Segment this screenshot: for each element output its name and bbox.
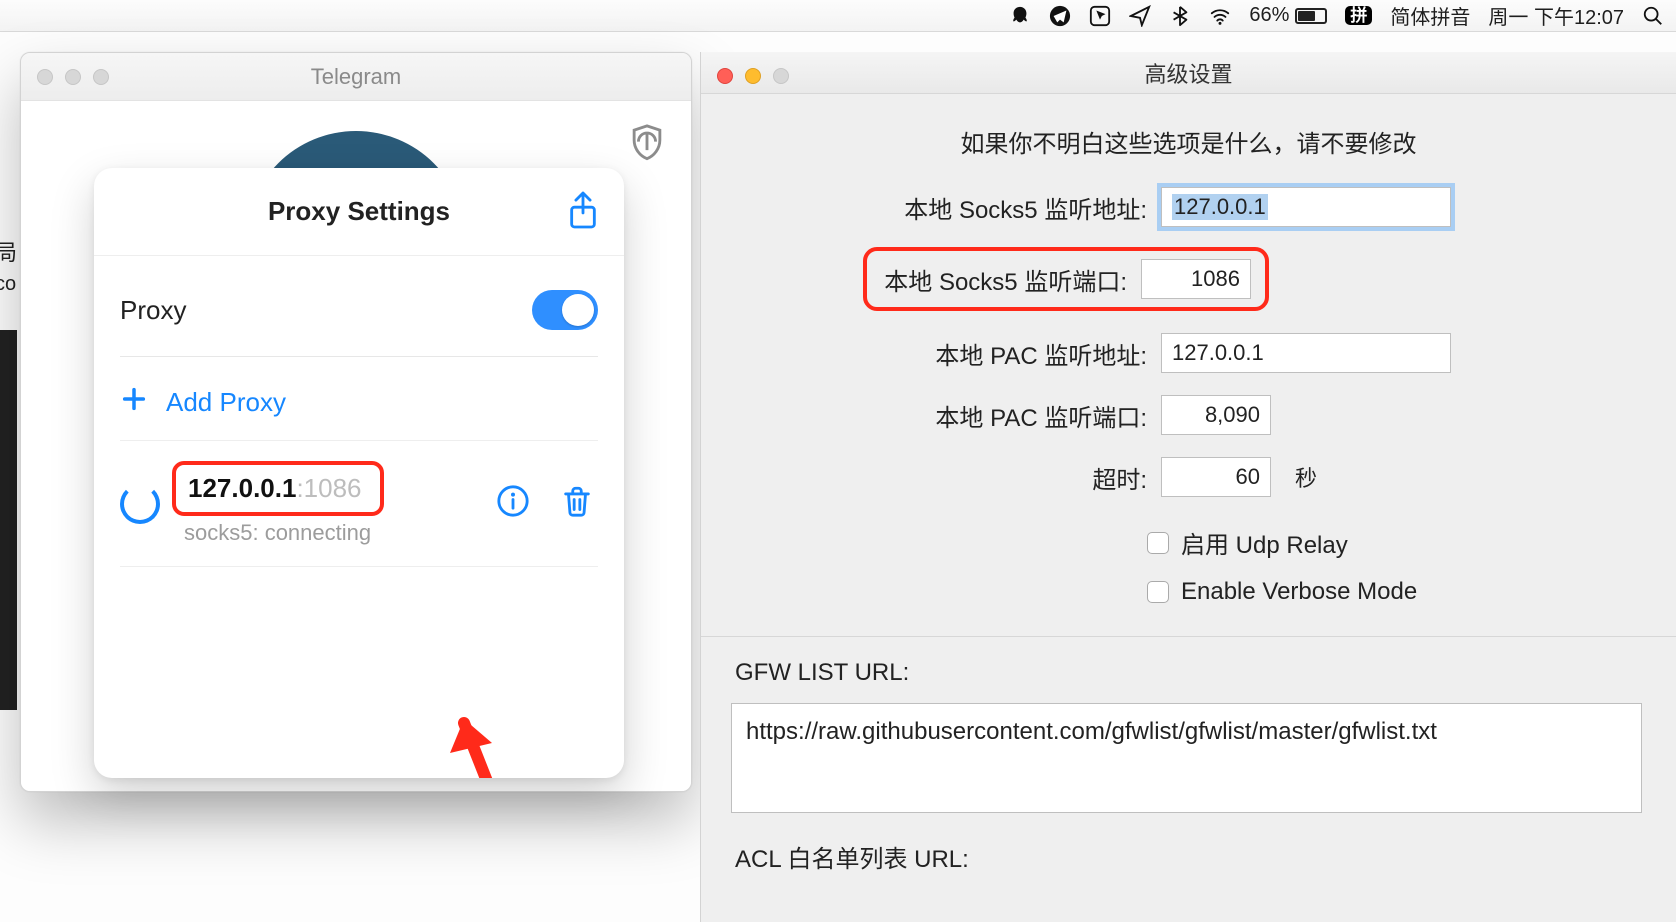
traffic-lights[interactable] (37, 69, 109, 85)
battery-percent: 66% (1249, 4, 1289, 27)
pac-port-input[interactable]: 8,090 (1161, 395, 1271, 435)
telegram-menu-icon[interactable] (1049, 5, 1071, 27)
advanced-window-title: 高级设置 (1144, 57, 1232, 89)
proxy-settings-header: Proxy Settings (94, 168, 624, 256)
menubar-datetime: 周一 下午12:07 (1488, 1, 1624, 30)
proxy-entry-ip: 127.0.0.1 (188, 473, 296, 503)
spotlight-icon[interactable] (1642, 5, 1664, 27)
annotation-highlight-ip: 127.0.0.1:1086 (172, 461, 384, 516)
info-icon[interactable] (496, 484, 530, 523)
connecting-spinner-icon (120, 484, 160, 524)
verbose-checkbox[interactable] (1147, 581, 1169, 603)
ime-name[interactable]: 简体拼音 (1390, 1, 1470, 30)
advanced-warning: 如果你不明白这些选项是什么，请不要修改 (727, 124, 1650, 159)
pac-addr-label: 本地 PAC 监听地址: (787, 336, 1147, 371)
timeout-input[interactable]: 60 (1161, 457, 1271, 497)
qq-icon[interactable] (1009, 5, 1031, 27)
socks5-port-label: 本地 Socks5 监听端口: (881, 262, 1127, 297)
gfw-url-label: GFW LIST URL: (735, 659, 1650, 687)
background-sidebar-fragment: 局 co (0, 240, 17, 740)
annotation-arrow (444, 713, 564, 778)
share-icon[interactable] (566, 190, 600, 235)
advanced-titlebar[interactable]: 高级设置 (701, 52, 1676, 94)
advanced-settings-window: 高级设置 如果你不明白这些选项是什么，请不要修改 本地 Socks5 监听地址:… (700, 52, 1676, 922)
pac-addr-input[interactable]: 127.0.0.1 (1161, 333, 1451, 373)
gfw-url-textarea[interactable]: https://raw.githubusercontent.com/gfwlis… (731, 703, 1642, 813)
proxy-entry-row[interactable]: 127.0.0.1:1086 socks5: connecting (120, 441, 598, 567)
add-proxy-label: Add Proxy (166, 387, 286, 418)
proxy-toggle-row: Proxy (120, 256, 598, 357)
separator (701, 636, 1676, 637)
pac-port-label: 本地 PAC 监听端口: (787, 398, 1147, 433)
acl-url-label: ACL 白名单列表 URL: (735, 839, 1650, 874)
add-proxy-row[interactable]: Add Proxy (120, 357, 598, 441)
timeout-suffix: 秒 (1295, 461, 1620, 493)
proxy-entry-port: :1086 (296, 473, 361, 503)
proxy-settings-title: Proxy Settings (268, 196, 450, 227)
bluetooth-icon[interactable] (1169, 5, 1191, 27)
proxy-toggle-label: Proxy (120, 295, 186, 326)
socks5-addr-label: 本地 Socks5 监听地址: (787, 190, 1147, 225)
trash-icon[interactable] (560, 484, 594, 523)
proxy-settings-card: Proxy Settings Proxy Add Proxy 127.0.0.1… (94, 168, 624, 778)
battery-icon (1295, 8, 1327, 24)
telegram-window-title: Telegram (311, 64, 401, 90)
udp-relay-label: 启用 Udp Relay (1181, 525, 1348, 560)
verbose-label: Enable Verbose Mode (1181, 578, 1417, 606)
traffic-lights[interactable] (717, 68, 789, 84)
battery-indicator[interactable]: 66% (1249, 4, 1327, 27)
wifi-icon[interactable] (1209, 5, 1231, 27)
proxy-toggle[interactable] (532, 290, 598, 330)
cursor-menu-icon[interactable] (1089, 5, 1111, 27)
plus-icon (120, 385, 148, 420)
annotation-highlight-port: 本地 Socks5 监听端口: 1086 (863, 247, 1269, 311)
verbose-row[interactable]: Enable Verbose Mode (1147, 578, 1650, 606)
paper-plane-icon[interactable] (1129, 5, 1151, 27)
udp-relay-checkbox[interactable] (1147, 532, 1169, 554)
proxy-entry-status: socks5: connecting (184, 520, 478, 546)
timeout-label: 超时: (787, 460, 1147, 495)
telegram-titlebar[interactable]: Telegram (21, 53, 691, 101)
proxy-entry-main: 127.0.0.1:1086 socks5: connecting (178, 461, 478, 546)
socks5-addr-input[interactable]: 127.0.0.1 (1161, 187, 1451, 227)
socks5-port-input[interactable]: 1086 (1141, 259, 1251, 299)
ime-badge[interactable]: 拼 (1345, 6, 1372, 25)
macos-menubar: 66% 拼 简体拼音 周一 下午12:07 (0, 0, 1676, 32)
shield-icon[interactable] (627, 123, 667, 168)
udp-relay-row[interactable]: 启用 Udp Relay (1147, 525, 1650, 560)
